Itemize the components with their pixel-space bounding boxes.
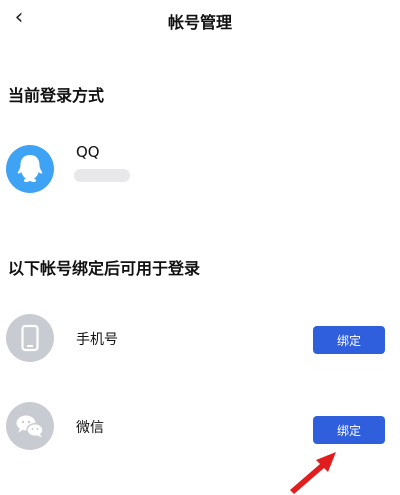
bind-wechat-button[interactable]: 绑定	[313, 416, 385, 444]
list-item-phone: 手机号 绑定	[0, 314, 400, 370]
current-login-row: QQ	[0, 143, 400, 201]
phone-avatar	[6, 314, 54, 362]
qq-icon	[6, 145, 54, 193]
masked-account-id	[74, 169, 130, 182]
current-login-section-title: 当前登录方式	[8, 86, 105, 105]
red-arrow-pointer-icon	[290, 452, 336, 494]
qq-avatar	[6, 145, 54, 193]
phone-label: 手机号	[76, 332, 118, 348]
page-title: 帐号管理	[167, 13, 232, 32]
bind-list-section-title: 以下帐号绑定后可用于登录	[8, 259, 201, 278]
wechat-icon	[6, 402, 54, 450]
qq-account-name: QQ	[76, 143, 100, 161]
wechat-avatar	[6, 402, 54, 450]
bind-phone-button[interactable]: 绑定	[313, 326, 385, 354]
phone-icon	[6, 314, 54, 362]
wechat-label: 微信	[76, 420, 104, 436]
nav-header: ‹ 帐号管理	[0, 0, 400, 40]
